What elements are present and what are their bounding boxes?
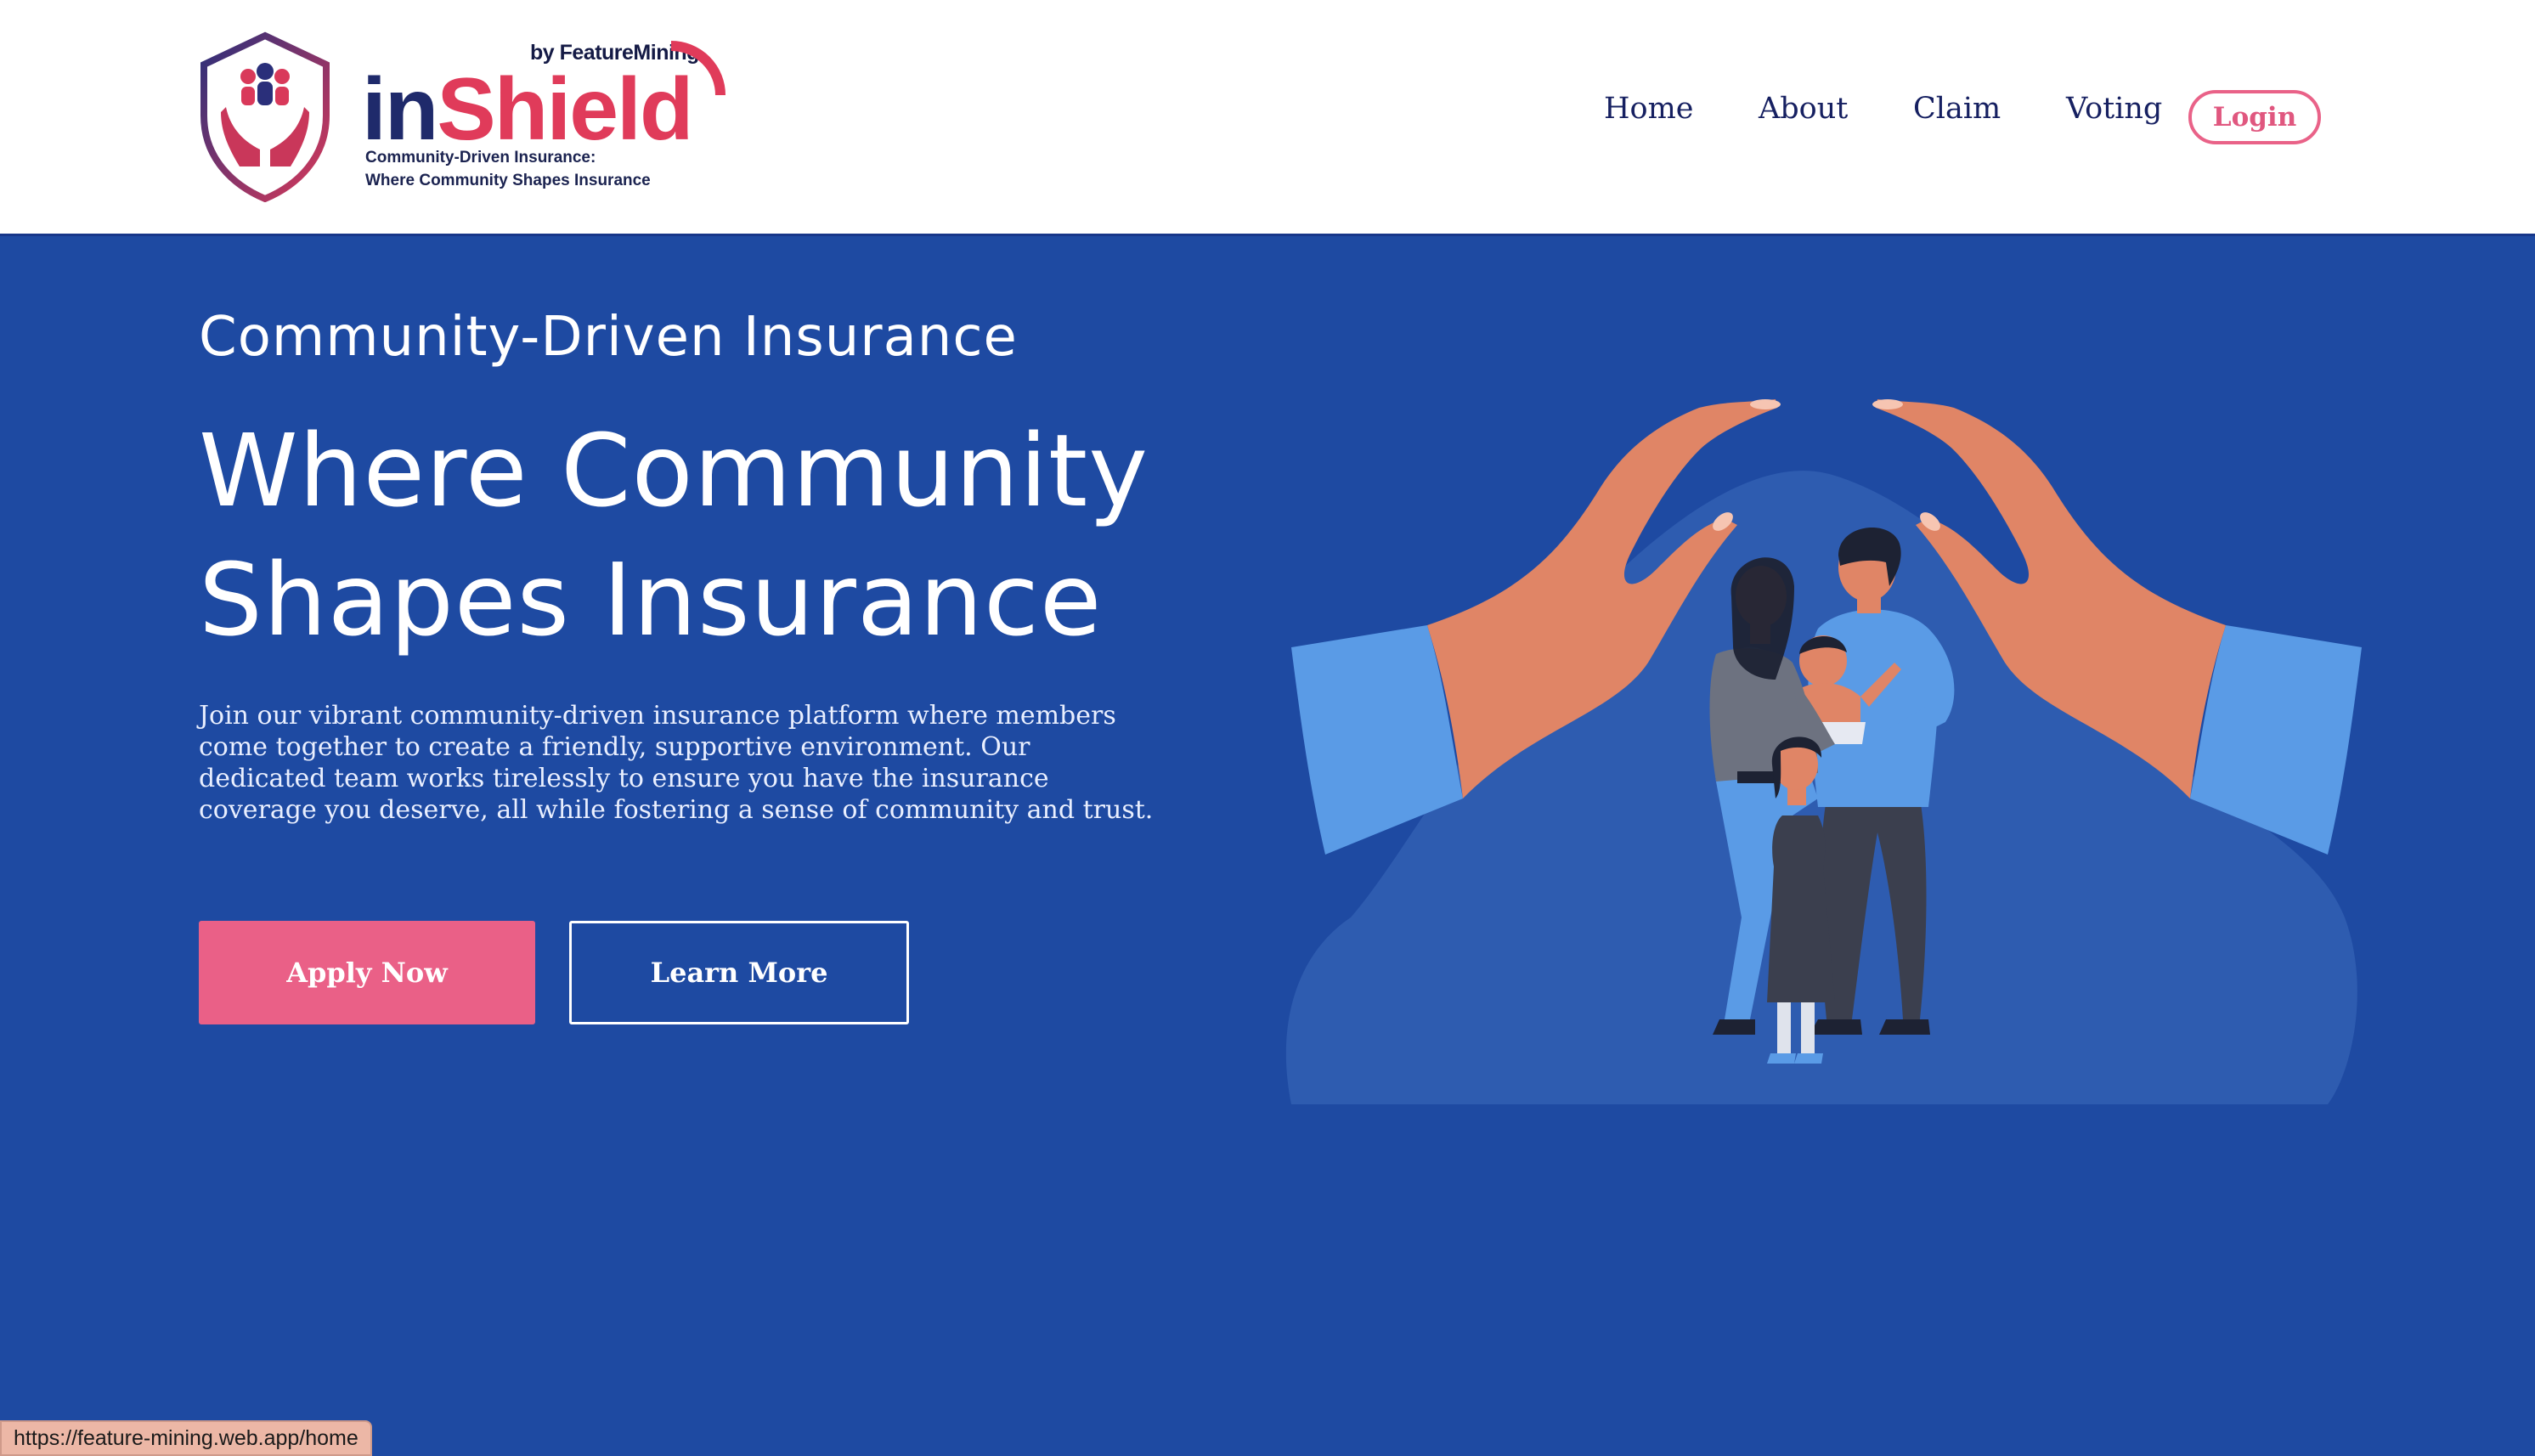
hero-title: Where Community Shapes Insurance bbox=[199, 406, 1252, 664]
brand-wordmark-in: in bbox=[362, 60, 438, 159]
nav-home-link[interactable]: Home bbox=[1604, 92, 1694, 126]
learn-more-button[interactable]: Learn More bbox=[569, 921, 909, 1024]
hero-title-line1: Where Community bbox=[199, 412, 1149, 529]
nav-about-link[interactable]: About bbox=[1759, 92, 1848, 126]
status-bar-url: https://feature-mining.web.app/home bbox=[0, 1420, 372, 1456]
brand-wordmark: inShield bbox=[362, 60, 693, 159]
hero-description: Join our vibrant community-driven insura… bbox=[199, 701, 1154, 825]
brand-tagline-line2: Where Community Shapes Insurance bbox=[365, 172, 651, 189]
apply-now-button[interactable]: Apply Now bbox=[199, 921, 535, 1024]
right-finger-nail bbox=[1872, 399, 1903, 409]
left-finger-nail bbox=[1750, 399, 1781, 409]
site-header: by FeatureMining inShield Community-Driv… bbox=[0, 0, 2535, 236]
brand-tagline: Community-Driven Insurance: Where Commun… bbox=[365, 146, 651, 192]
nav-claim-link[interactable]: Claim bbox=[1913, 92, 2001, 126]
shield-logo-icon bbox=[200, 31, 330, 202]
login-button[interactable]: Login bbox=[2188, 90, 2321, 144]
family-protection-illustration bbox=[1285, 399, 2362, 1104]
nav-voting-link[interactable]: Voting bbox=[2066, 92, 2162, 126]
hero-subtitle: Community-Driven Insurance bbox=[199, 306, 1018, 369]
brand-logo[interactable]: by FeatureMining inShield Community-Driv… bbox=[195, 31, 725, 209]
brand-tagline-line1: Community-Driven Insurance: bbox=[365, 149, 596, 166]
hero-title-line2: Shapes Insurance bbox=[199, 541, 1103, 658]
brand-wordmark-shield: Shield bbox=[437, 60, 693, 159]
